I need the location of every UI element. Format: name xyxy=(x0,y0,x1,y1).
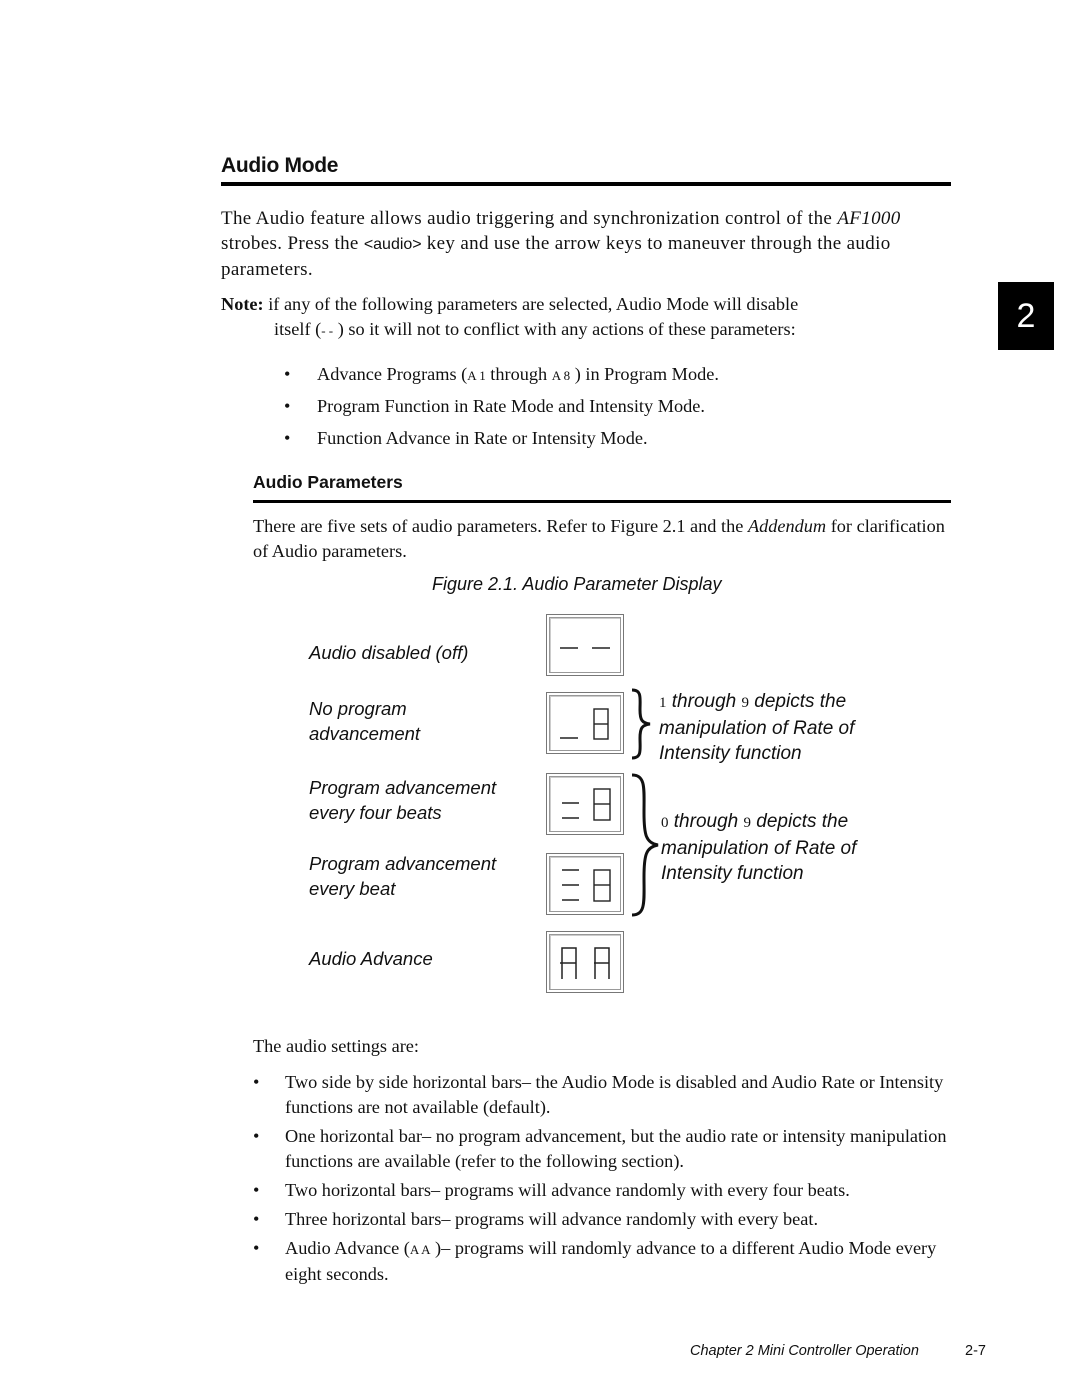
setting-text: Two horizontal bars– programs will advan… xyxy=(285,1180,850,1200)
bullet-icon: • xyxy=(253,1209,260,1229)
bullet-text: Program Function in Rate Mode and Intens… xyxy=(317,396,705,416)
note-label: Note: xyxy=(221,294,264,314)
bullet-icon: • xyxy=(284,364,291,384)
bullet-icon: • xyxy=(253,1072,260,1092)
addendum-reference: Addendum xyxy=(747,516,827,536)
bullet-icon: • xyxy=(253,1238,260,1258)
subsection-rule xyxy=(253,500,951,503)
segment-display-icon xyxy=(562,869,611,902)
brace-line: manipulation of Rate of xyxy=(661,838,857,859)
display-every-beat xyxy=(546,853,624,915)
bullet-icon: • xyxy=(284,428,291,448)
page-number: 2-7 xyxy=(965,1343,986,1359)
intro-paragraph: The Audio feature allows audio triggerin… xyxy=(221,206,951,282)
code-a8: A 8 xyxy=(551,368,571,383)
brace-note-1: 1 through 9 depicts the manipulation of … xyxy=(659,689,854,766)
list-item: • Three horizontal bars– programs will a… xyxy=(253,1207,963,1232)
intro-text-2: strobes. Press the xyxy=(221,233,364,254)
figure-label-every-beat: Program advancement every beat xyxy=(309,851,496,901)
brace-text: depicts the xyxy=(751,811,849,832)
intro-text-1: The Audio feature allows audio triggerin… xyxy=(221,208,838,229)
subsection-paragraph: There are five sets of audio parameters.… xyxy=(253,514,953,564)
label-line: every four beats xyxy=(309,802,442,823)
bullet-text: ) in Program Mode. xyxy=(570,364,719,384)
brace-note-2: 0 through 9 depicts the manipulation of … xyxy=(661,809,856,886)
label-line: Program advancement xyxy=(309,853,497,874)
setting-text: Three horizontal bars– programs will adv… xyxy=(285,1209,819,1229)
display-audio-advance xyxy=(546,931,624,993)
section-title: Audio Mode xyxy=(221,154,339,177)
segment-display-icon xyxy=(562,788,611,821)
settings-intro: The audio settings are: xyxy=(253,1036,420,1056)
display-four-beats xyxy=(546,773,624,835)
bullet-text: Function Advance in Rate or Intensity Mo… xyxy=(317,428,648,448)
setting-text: One horizontal bar– no program advanceme… xyxy=(285,1126,947,1171)
note-block: Note: if any of the following parameters… xyxy=(221,292,921,343)
brace-icon xyxy=(631,773,659,917)
segment-display-icon xyxy=(560,647,610,649)
figure-label-disabled: Audio disabled (off) xyxy=(309,640,468,665)
digit-to: 9 xyxy=(743,815,752,831)
para-text: There are five sets of audio parameters.… xyxy=(253,516,748,536)
bullet-icon: • xyxy=(253,1126,260,1146)
section-rule xyxy=(221,182,951,186)
figure-label-audio-advance: Audio Advance xyxy=(309,946,433,971)
display-disabled xyxy=(546,614,624,676)
subsection-title: Audio Parameters xyxy=(253,472,403,492)
label-line: every beat xyxy=(309,878,396,899)
bullet-text: Advance Programs ( xyxy=(317,364,468,384)
settings-list: • Two side by side horizontal bars– the … xyxy=(253,1070,963,1291)
label-line: No program xyxy=(309,698,407,719)
note-bullet-list: • Advance Programs (A 1 through A 8 ) in… xyxy=(284,362,719,458)
list-item: • Two side by side horizontal bars– the … xyxy=(253,1070,963,1120)
brace-line: 1 through 9 depicts the xyxy=(659,689,854,716)
list-item: • Program Function in Rate Mode and Inte… xyxy=(284,394,719,426)
figure-label-no-advance: No program advancement xyxy=(309,696,420,746)
brace-text: depicts the xyxy=(749,691,847,712)
segment-display-icon xyxy=(560,708,609,740)
brace-line: Intensity function xyxy=(659,743,802,764)
bullet-icon: • xyxy=(284,396,291,416)
chapter-tab: 2 xyxy=(998,282,1054,350)
note-line-1: if any of the following parameters are s… xyxy=(263,294,799,314)
code-aa: A A xyxy=(409,1242,431,1257)
digit-from: 1 xyxy=(659,695,667,711)
list-item: • Function Advance in Rate or Intensity … xyxy=(284,426,719,458)
audio-key-label: <audio> xyxy=(363,236,422,253)
setting-text: Audio Advance ( xyxy=(285,1238,410,1258)
footer-chapter: Chapter 2 Mini Controller Operation xyxy=(690,1343,919,1359)
label-line: advancement xyxy=(309,723,421,744)
display-no-advance xyxy=(546,692,624,754)
label-line: Program advancement xyxy=(309,777,497,798)
disabled-code: - - xyxy=(321,323,334,338)
product-name: AF1000 xyxy=(837,208,901,229)
brace-line: Intensity function xyxy=(661,863,804,884)
list-item: • Advance Programs (A 1 through A 8 ) in… xyxy=(284,362,719,394)
label-line: Audio disabled (off) xyxy=(309,642,469,663)
digit-to: 9 xyxy=(741,695,750,711)
brace-text: through xyxy=(666,691,742,712)
brace-line: 0 through 9 depicts the xyxy=(661,809,856,836)
figure-caption: Figure 2.1. Audio Parameter Display xyxy=(432,574,722,594)
bullet-text: through xyxy=(485,364,552,384)
brace-icon xyxy=(631,688,651,760)
setting-text: Two side by side horizontal bars– the Au… xyxy=(285,1072,944,1117)
bullet-icon: • xyxy=(253,1180,260,1200)
list-item: • One horizontal bar– no program advance… xyxy=(253,1124,963,1174)
list-item: • Audio Advance (A A )– programs will ra… xyxy=(253,1236,963,1287)
note-text-a: itself ( xyxy=(274,319,322,339)
segment-display-icon xyxy=(560,947,610,979)
brace-text: through xyxy=(668,811,744,832)
brace-line: manipulation of Rate of xyxy=(659,718,855,739)
label-line: Audio Advance xyxy=(309,948,433,969)
note-text-b: ) so it will not to conflict with any ac… xyxy=(333,319,796,339)
list-item: • Two horizontal bars– programs will adv… xyxy=(253,1178,963,1203)
code-a1: A 1 xyxy=(467,368,486,383)
digit-from: 0 xyxy=(661,815,669,831)
figure-label-four-beats: Program advancement every four beats xyxy=(309,775,496,825)
note-line-2: itself (- - ) so it will not to conflict… xyxy=(221,317,921,343)
